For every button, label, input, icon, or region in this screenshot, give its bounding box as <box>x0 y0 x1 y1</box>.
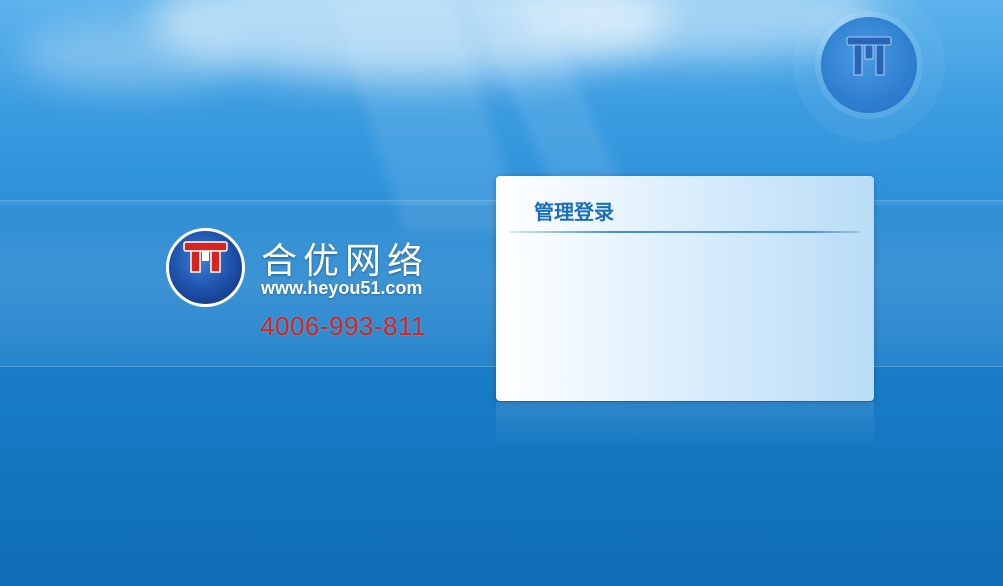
login-title-divider <box>510 231 860 233</box>
brand-phone: 4006-993-811 <box>260 311 426 341</box>
brand-name: 合优网络 <box>261 241 430 282</box>
login-panel-reflection <box>496 402 874 450</box>
heyou-emblem-icon <box>846 36 892 76</box>
brand-url: www.heyou51.com <box>261 278 423 298</box>
login-title: 管理登录 <box>534 200 614 224</box>
heyou-emblem-icon <box>821 17 917 113</box>
heyou-logo-icon <box>166 228 245 307</box>
login-panel: 管理登录 <box>496 176 874 401</box>
cloud-decoration <box>20 20 240 90</box>
brand-block: 合优网络 www.heyou51.com 4006-993-811 <box>166 226 456 341</box>
